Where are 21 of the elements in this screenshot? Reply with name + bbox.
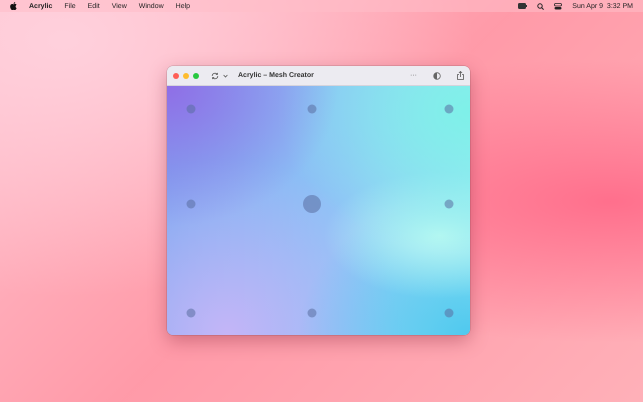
search-icon[interactable]	[537, 2, 544, 10]
mesh-point-handle[interactable]	[444, 200, 454, 208]
mesh-point-handle[interactable]	[186, 308, 196, 318]
mesh-gradient-canvas[interactable]	[167, 86, 470, 335]
mesh-point-handle[interactable]	[303, 195, 321, 213]
mesh-point-handle[interactable]	[186, 200, 196, 208]
chevron-down-icon[interactable]	[223, 74, 228, 78]
zoom-button[interactable]	[193, 72, 199, 78]
mesh-point-handle[interactable]	[186, 104, 196, 114]
close-button[interactable]	[173, 72, 179, 78]
refresh-icon[interactable]	[211, 72, 219, 80]
share-icon[interactable]	[457, 71, 464, 80]
half-filled-circle-icon[interactable]	[433, 72, 441, 80]
apple-logo-icon[interactable]	[10, 2, 17, 10]
mesh-point-handle[interactable]	[308, 104, 316, 114]
mesh-point-handle[interactable]	[444, 308, 454, 318]
mesh-point-handle[interactable]	[308, 308, 316, 318]
battery-icon[interactable]	[518, 3, 528, 9]
minimize-button[interactable]	[183, 72, 189, 78]
mesh-point-handle[interactable]	[444, 104, 454, 114]
toggle-switches-icon[interactable]	[554, 2, 562, 10]
